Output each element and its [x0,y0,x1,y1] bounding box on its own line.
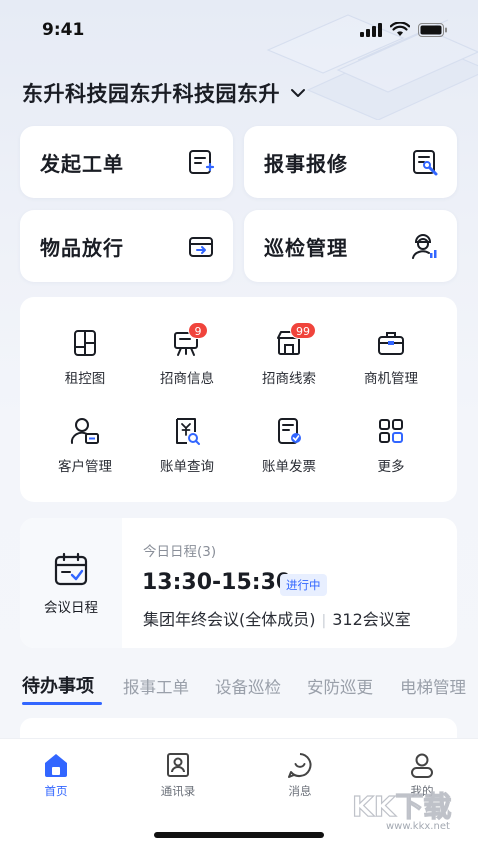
repair-report-card[interactable]: 报事报修 [244,126,457,198]
grid-item-customer-management[interactable]: 客户管理 [35,415,135,485]
unread-badge: 99 [290,322,316,339]
tab-underline [22,702,102,705]
quick-action-label: 发起工单 [40,151,124,176]
repair-report-icon [413,150,438,176]
floor-plan-icon [74,330,96,356]
grid-label: 招商信息 [160,371,214,387]
inspection-management-card[interactable]: 巡检管理 [244,210,457,282]
unread-badge: 9 [188,322,208,339]
today-schedule-count: 今日日程(3) [143,544,217,560]
quick-action-label: 物品放行 [40,235,124,260]
profile-icon [411,753,433,778]
grid-item-investment-info[interactable]: 9 招商信息 [137,322,237,397]
park-selector[interactable]: 东升科技园东升科技园东升 [22,78,306,108]
calendar-check-icon [54,552,88,586]
status-bar: 9:41 [0,0,478,60]
grid-item-bill-query[interactable]: 账单查询 [137,415,237,485]
invoice-icon [278,418,301,444]
tab-elevator-management[interactable]: 电梯管理 [400,674,466,698]
grid-item-opportunity-management[interactable]: 商机管理 [341,327,441,397]
quick-action-label: 巡检管理 [264,235,348,260]
grid-label: 租控图 [64,371,106,387]
customer-icon [70,418,99,444]
status-time: 9:41 [42,20,85,40]
grid-item-bill-invoice[interactable]: 账单发票 [239,415,339,485]
item-release-icon [189,237,213,257]
meeting-schedule-label: 会议日程 [44,600,98,616]
meeting-room: 312会议室 [332,610,411,629]
grid-item-investment-leads[interactable]: 99 招商线索 [239,322,339,397]
bill-search-icon [176,418,200,445]
tab-security-patrol[interactable]: 安防巡更 [307,674,373,698]
watermark-text: KK下载 [352,790,451,823]
grid-label: 招商线索 [262,371,316,387]
grid-label: 更多 [377,459,405,475]
schedule-detail: 集团年终会议(全体成员) | 312会议室 [143,606,411,630]
tab-repair-tickets[interactable]: 报事工单 [123,674,189,698]
grid-item-rent-control[interactable]: 租控图 [35,327,135,397]
nav-messages[interactable]: 消息 [260,751,340,799]
home-icon [45,754,67,777]
watermark-url: www.kkx.net [386,821,450,832]
watermark-logo: KK下载 www.kkx.net [351,789,452,832]
grid-label: 账单发票 [262,459,316,475]
home-indicator [154,832,324,838]
briefcase-icon [378,332,404,355]
nav-label: 首页 [44,784,68,798]
cellular-signal-icon [360,22,382,37]
nav-label: 消息 [288,784,312,798]
quick-action-label: 报事报修 [264,151,348,176]
schedule-time-range: 13:30-15:30 [142,570,292,595]
contacts-icon [167,753,189,777]
create-ticket-icon [189,150,215,174]
nav-home[interactable]: 首页 [16,751,96,799]
meeting-name: 集团年终会议(全体成员) [143,610,316,629]
grid-label: 账单查询 [160,459,214,475]
grid-label: 商机管理 [364,371,418,387]
tab-todo[interactable]: 待办事项 [22,672,94,698]
separator: | [321,613,327,629]
wifi-icon [390,22,410,36]
nav-contacts[interactable]: 通讯录 [138,751,218,799]
chevron-down-icon [291,89,305,97]
more-grid-icon [379,419,403,443]
grid-item-more[interactable]: 更多 [341,415,441,485]
meeting-schedule-entry[interactable]: 会议日程 [20,518,122,648]
nav-label: 通讯录 [160,784,196,798]
status-badge: 进行中 [280,574,327,596]
message-icon [288,753,312,778]
grid-label: 客户管理 [58,459,112,475]
battery-icon [418,22,447,37]
park-name: 东升科技园东升科技园东升 [22,82,280,106]
tab-equipment-inspection[interactable]: 设备巡检 [215,674,281,698]
create-ticket-card[interactable]: 发起工单 [20,126,233,198]
item-release-card[interactable]: 物品放行 [20,210,233,282]
function-grid: 租控图 9 招商信息 99 招商线索 商机管理 客户管理 账单查询 账单发票 更… [20,297,457,502]
task-tabs: 待办事项 报事工单 设备巡检 安防巡更 电梯管理 [0,668,478,712]
inspector-icon [412,234,437,259]
schedule-card[interactable]: 会议日程 今日日程(3) 13:30-15:30 进行中 集团年终会议(全体成员… [20,518,457,648]
